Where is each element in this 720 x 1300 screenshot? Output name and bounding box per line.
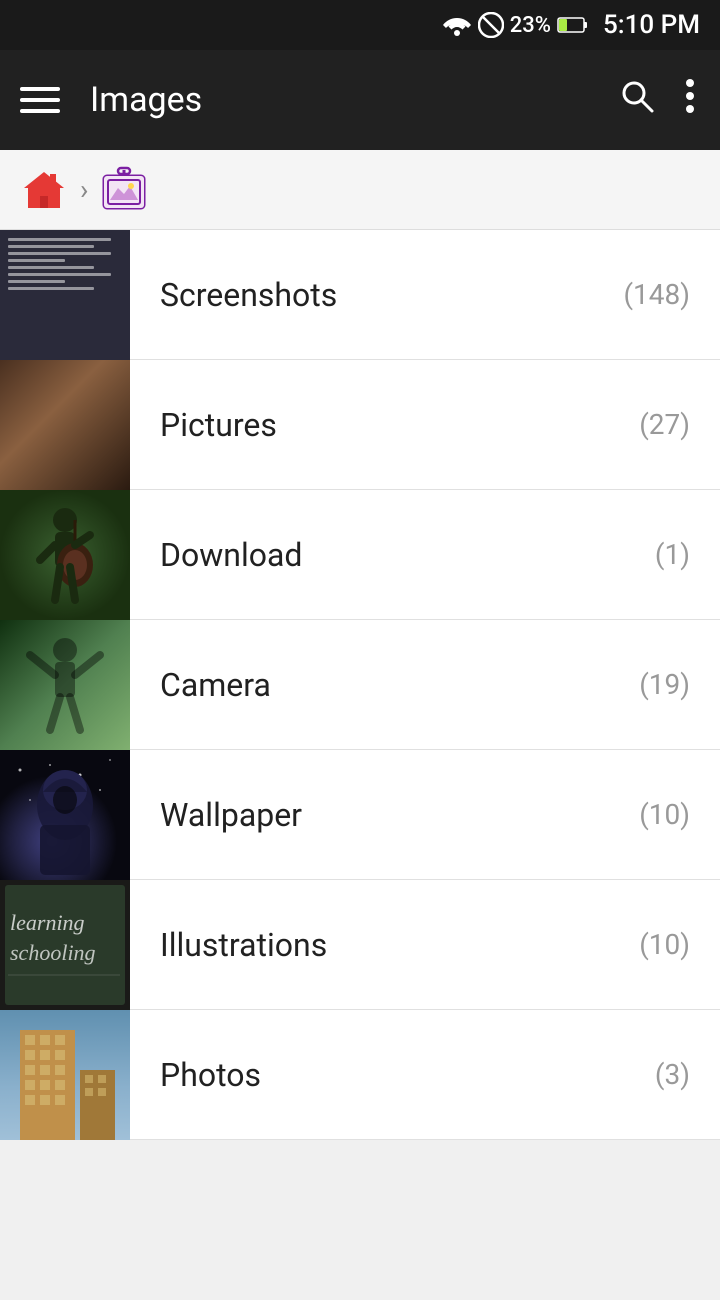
battery-icon [557,15,589,35]
home-breadcrumb[interactable] [20,166,68,214]
item-count: (27) [639,408,690,441]
item-count: (10) [639,798,690,831]
item-count: (3) [655,1058,690,1091]
item-content: Photos (3) [130,1056,720,1094]
list-item[interactable]: Download (1) [0,490,720,620]
item-count: (148) [623,278,690,311]
item-thumbnail [0,1010,130,1140]
item-content: Download (1) [130,536,720,574]
item-content: Screenshots (148) [130,276,720,314]
item-thumbnail [0,230,130,360]
list-item[interactable]: Camera (19) [0,620,720,750]
breadcrumb-separator: › [80,173,88,206]
wifi-icon [442,14,472,36]
item-count: (1) [655,538,690,571]
no-sim-icon [478,12,504,38]
item-count: (10) [639,928,690,961]
item-count: (19) [639,668,690,701]
folder-list: Screenshots (148) Pictures (27) [0,230,720,1140]
page-title: Images [90,80,594,120]
item-content: Pictures (27) [130,406,720,444]
list-item[interactable]: Pictures (27) [0,360,720,490]
item-name: Photos [160,1056,261,1094]
images-folder-icon [100,166,148,214]
item-content: Wallpaper (10) [130,796,720,834]
item-thumbnail [0,620,130,750]
item-content: Illustrations (10) [130,926,720,964]
toolbar-actions [614,73,700,128]
item-thumbnail: learning schooling [0,880,130,1010]
home-icon [20,166,68,214]
list-item[interactable]: learning schooling Illustrations (10) [0,880,720,1010]
item-thumbnail [0,750,130,880]
bottom-area [0,1140,720,1300]
item-name: Screenshots [160,276,337,314]
status-bar: 23% 5:10 PM [0,0,720,50]
status-icons: 23% 5:10 PM [442,10,700,40]
battery-percentage: 23% [510,13,551,38]
more-options-button[interactable] [680,73,700,128]
item-thumbnail [0,490,130,620]
list-item[interactable]: Screenshots (148) [0,230,720,360]
item-name: Illustrations [160,926,327,964]
breadcrumb: › [0,150,720,230]
item-thumbnail [0,360,130,490]
current-folder [100,166,148,214]
menu-button[interactable] [20,75,70,125]
item-name: Wallpaper [160,796,302,834]
status-time: 5:10 PM [603,10,700,40]
item-name: Pictures [160,406,277,444]
svg-text:learning: learning [10,910,85,935]
item-content: Camera (19) [130,666,720,704]
item-name: Download [160,536,302,574]
toolbar: Images [0,50,720,150]
search-button[interactable] [614,73,660,128]
list-item[interactable]: Photos (3) [0,1010,720,1140]
list-item[interactable]: Wallpaper (10) [0,750,720,880]
item-name: Camera [160,666,271,704]
svg-text:schooling: schooling [10,940,96,965]
